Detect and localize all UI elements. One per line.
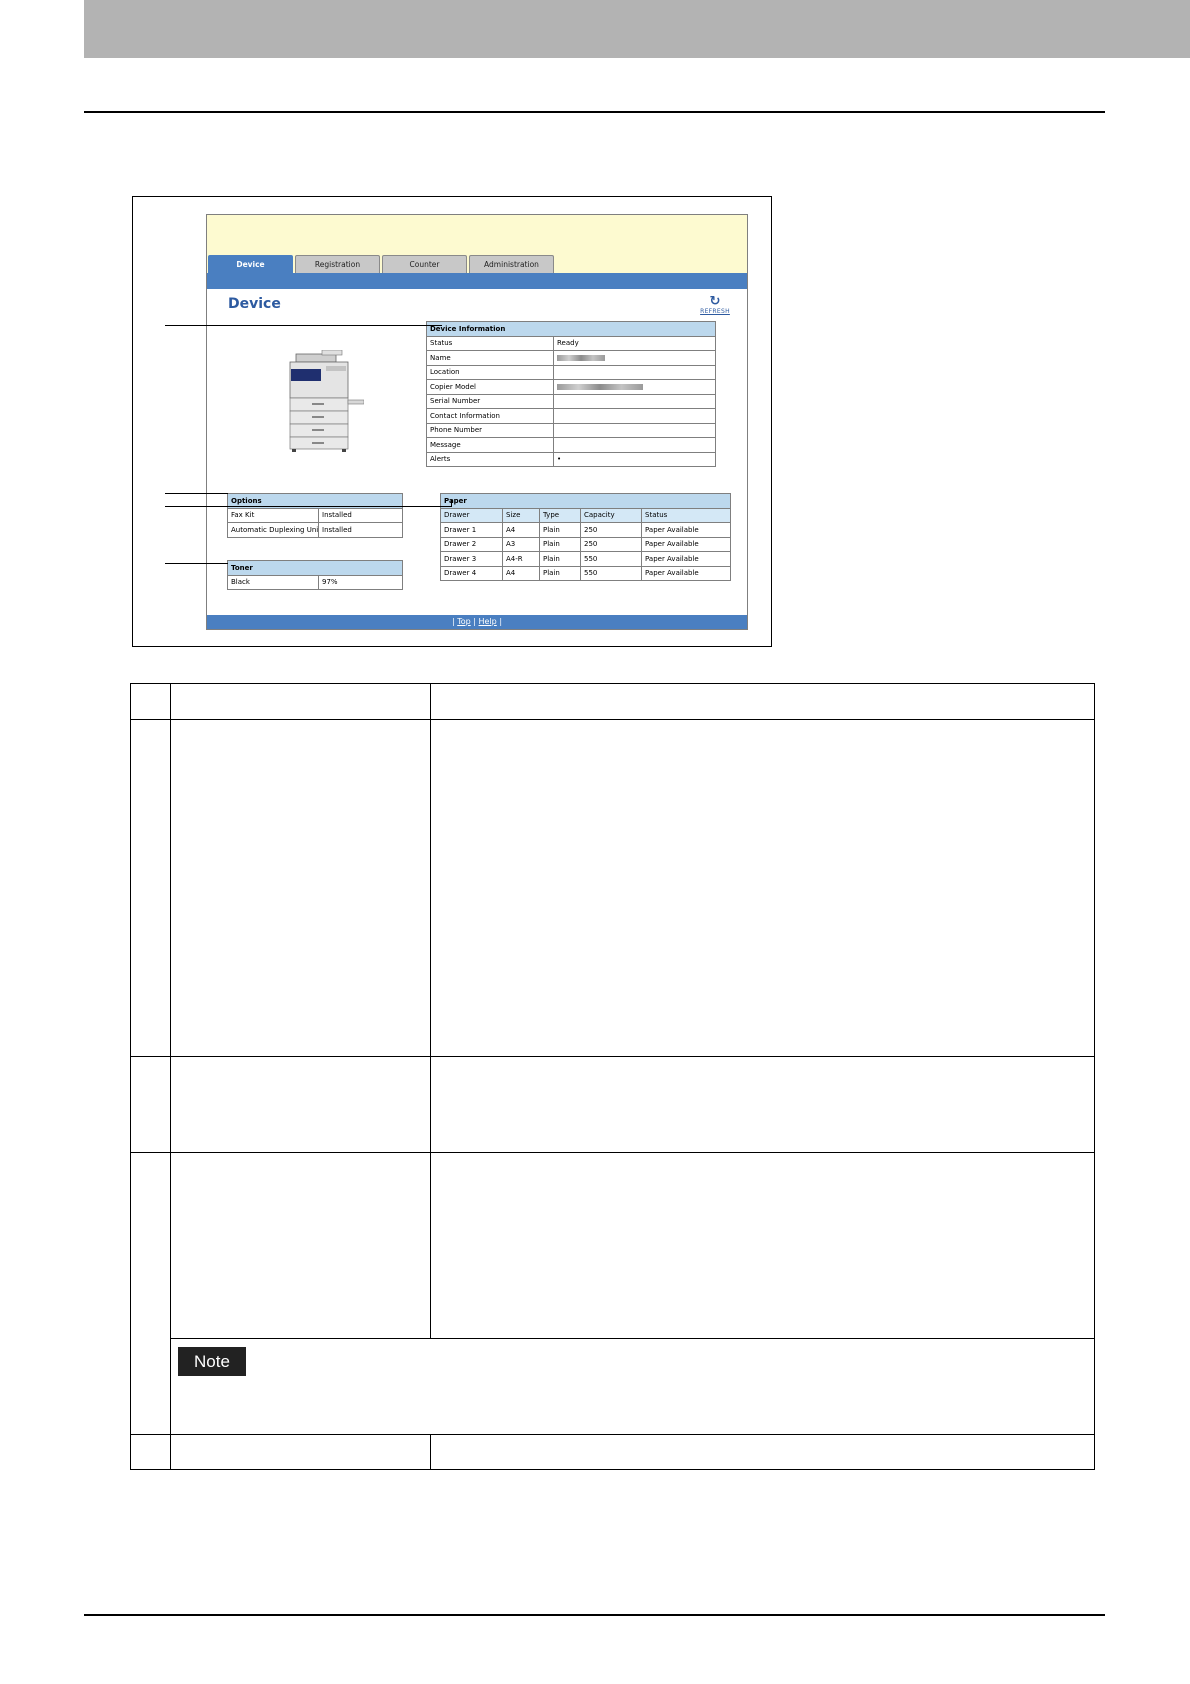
refresh-button[interactable]: ↻ REFRESH bbox=[695, 294, 735, 318]
table-row: Message bbox=[426, 437, 716, 453]
table-row: Phone Number bbox=[426, 422, 716, 438]
header-band bbox=[84, 0, 1190, 58]
table-row: Contact Information bbox=[426, 408, 716, 424]
top-link[interactable]: Top bbox=[457, 617, 471, 626]
table-row: Status Ready bbox=[426, 335, 716, 351]
paper-table: Paper Drawer Size Type Capacity Status D… bbox=[440, 493, 731, 581]
redacted-value bbox=[557, 383, 643, 390]
device-information-table: Device Information Status Ready Name Loca… bbox=[426, 321, 716, 467]
note-badge: Note bbox=[178, 1347, 246, 1376]
ui-footer: | Top | Help | bbox=[207, 615, 747, 629]
description-table bbox=[130, 683, 1095, 1470]
table-row: Copier Model bbox=[426, 379, 716, 395]
paper-heading: Paper bbox=[440, 493, 731, 509]
table-row-divider bbox=[170, 1338, 1095, 1339]
copier-image bbox=[289, 350, 364, 452]
callout-line-paper bbox=[165, 506, 452, 507]
table-column-divider bbox=[430, 1434, 431, 1470]
table-row: Alerts • bbox=[426, 451, 716, 467]
table-row: Drawer 4 A4 Plain 550 Paper Available bbox=[440, 565, 731, 581]
redacted-value bbox=[557, 354, 605, 361]
tab-counter[interactable]: Counter bbox=[382, 255, 467, 273]
table-row-divider bbox=[130, 719, 1095, 720]
help-link[interactable]: Help bbox=[479, 617, 497, 626]
callout-line-paper-tick bbox=[451, 500, 452, 507]
embedded-ui-screenshot: Device Registration Counter Administrati… bbox=[206, 214, 748, 630]
table-row: Drawer 3 A4-R Plain 550 Paper Available bbox=[440, 551, 731, 567]
tab-device[interactable]: Device bbox=[208, 255, 293, 273]
table-row: Automatic Duplexing Unit Installed bbox=[227, 522, 403, 538]
callout-line-device-information bbox=[165, 325, 442, 326]
callout-line-options bbox=[165, 493, 228, 494]
table-row: Name bbox=[426, 350, 716, 366]
header-rule bbox=[84, 111, 1105, 113]
page-title: Device bbox=[228, 296, 281, 312]
table-row-divider bbox=[130, 1056, 1095, 1057]
ui-nav-bar bbox=[207, 273, 747, 289]
paper-column-headers: Drawer Size Type Capacity Status bbox=[440, 507, 731, 523]
table-row: Black 97% bbox=[227, 574, 403, 590]
table-row: Drawer 2 A3 Plain 250 Paper Available bbox=[440, 536, 731, 552]
tab-registration[interactable]: Registration bbox=[295, 255, 380, 273]
table-row: Fax Kit Installed bbox=[227, 507, 403, 523]
table-row: Drawer 1 A4 Plain 250 Paper Available bbox=[440, 522, 731, 538]
table-row-divider bbox=[130, 1152, 1095, 1153]
tab-administration[interactable]: Administration bbox=[469, 255, 554, 273]
options-table: Options Fax Kit Installed Automatic Duple… bbox=[227, 493, 403, 538]
footer-rule bbox=[84, 1614, 1105, 1616]
refresh-icon: ↻ bbox=[709, 294, 721, 309]
device-information-heading: Device Information bbox=[426, 321, 716, 337]
table-column-divider bbox=[430, 683, 431, 1339]
refresh-label: REFRESH bbox=[700, 308, 730, 315]
table-row: Location bbox=[426, 364, 716, 380]
table-column-divider bbox=[170, 683, 171, 1470]
table-row: Serial Number bbox=[426, 393, 716, 409]
callout-line-toner bbox=[165, 563, 228, 564]
toner-heading: Toner bbox=[227, 560, 403, 576]
table-row-divider bbox=[130, 1434, 1095, 1435]
toner-table: Toner Black 97% bbox=[227, 560, 403, 590]
